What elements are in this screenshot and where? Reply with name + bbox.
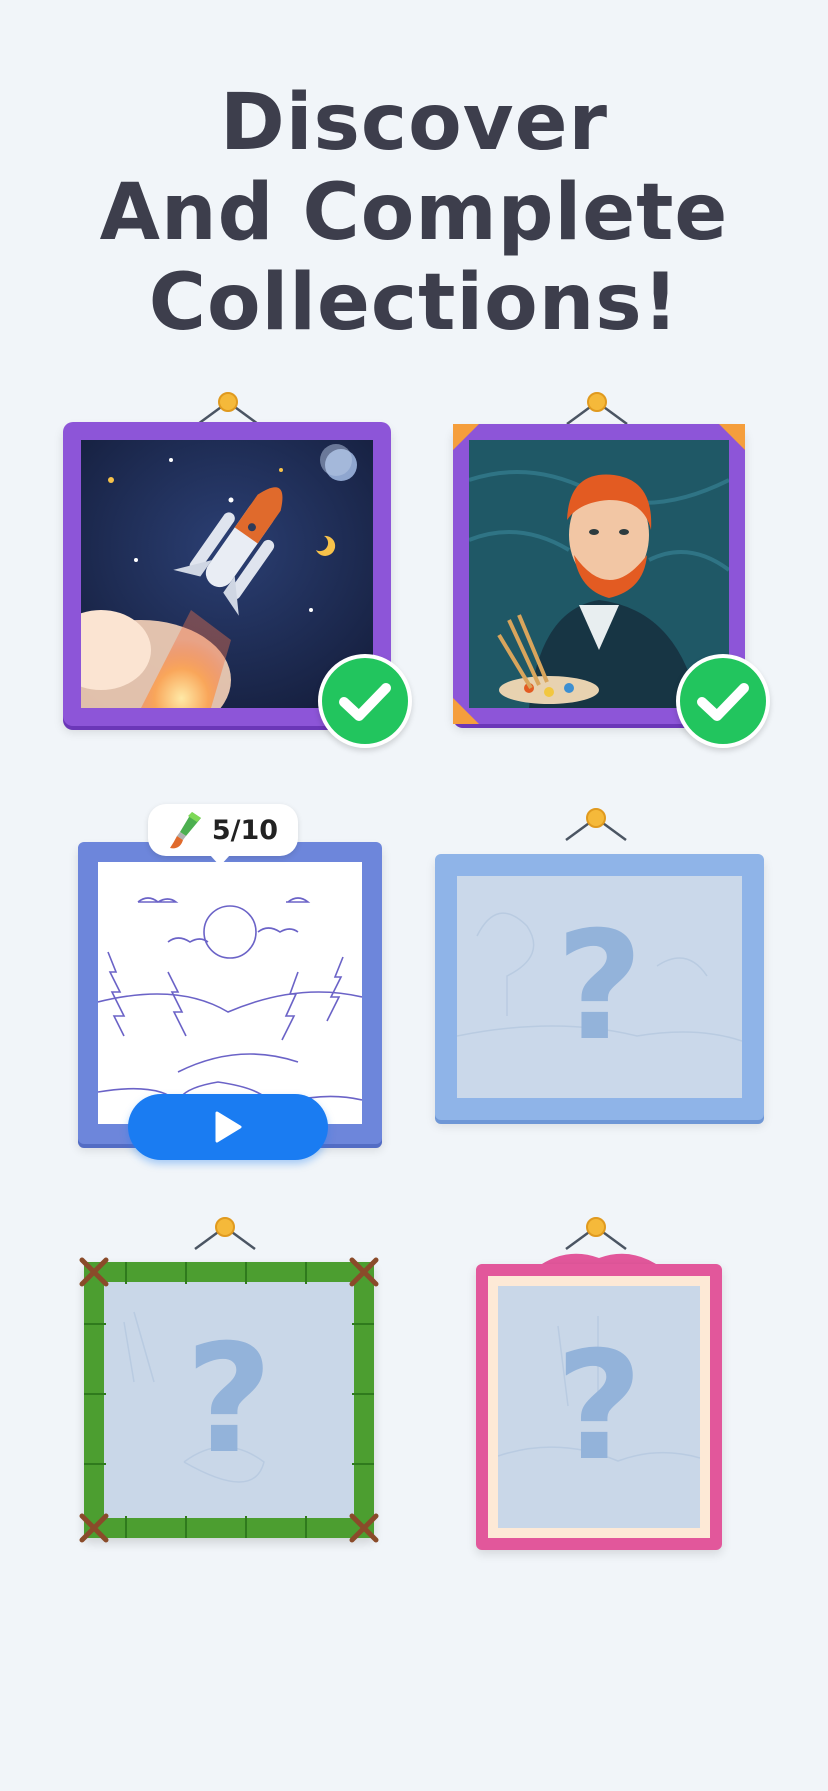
bamboo-frame-icon	[79, 1257, 379, 1543]
picture-frame: ?	[435, 854, 764, 1120]
play-icon	[215, 1111, 242, 1143]
picture-frame: ?	[476, 1264, 722, 1550]
hanger-pin-icon	[558, 808, 634, 842]
locked-artwork: ?	[457, 876, 742, 1098]
completed-badge	[676, 654, 770, 748]
title-line-3: Collections!	[148, 258, 680, 348]
check-icon	[697, 683, 749, 721]
play-button[interactable]	[128, 1094, 328, 1160]
completed-badge	[318, 654, 412, 748]
hanger-pin-icon	[559, 392, 635, 426]
locked-question-mark: ?	[555, 900, 643, 1074]
hanger-pin-icon	[190, 392, 266, 426]
title-line-1: Discover	[220, 78, 608, 168]
check-icon	[339, 683, 391, 721]
locked-artwork: ?	[498, 1286, 700, 1528]
landscape-line-art	[98, 862, 362, 1124]
title-line-2: And Complete	[99, 168, 729, 258]
progress-bubble: 5/10	[148, 804, 298, 866]
paintbrush-icon	[169, 812, 201, 849]
progress-count: 5/10	[211, 814, 279, 846]
locked-question-mark: ?	[555, 1320, 643, 1494]
page-title: Discover And Complete Collections!	[0, 78, 828, 348]
